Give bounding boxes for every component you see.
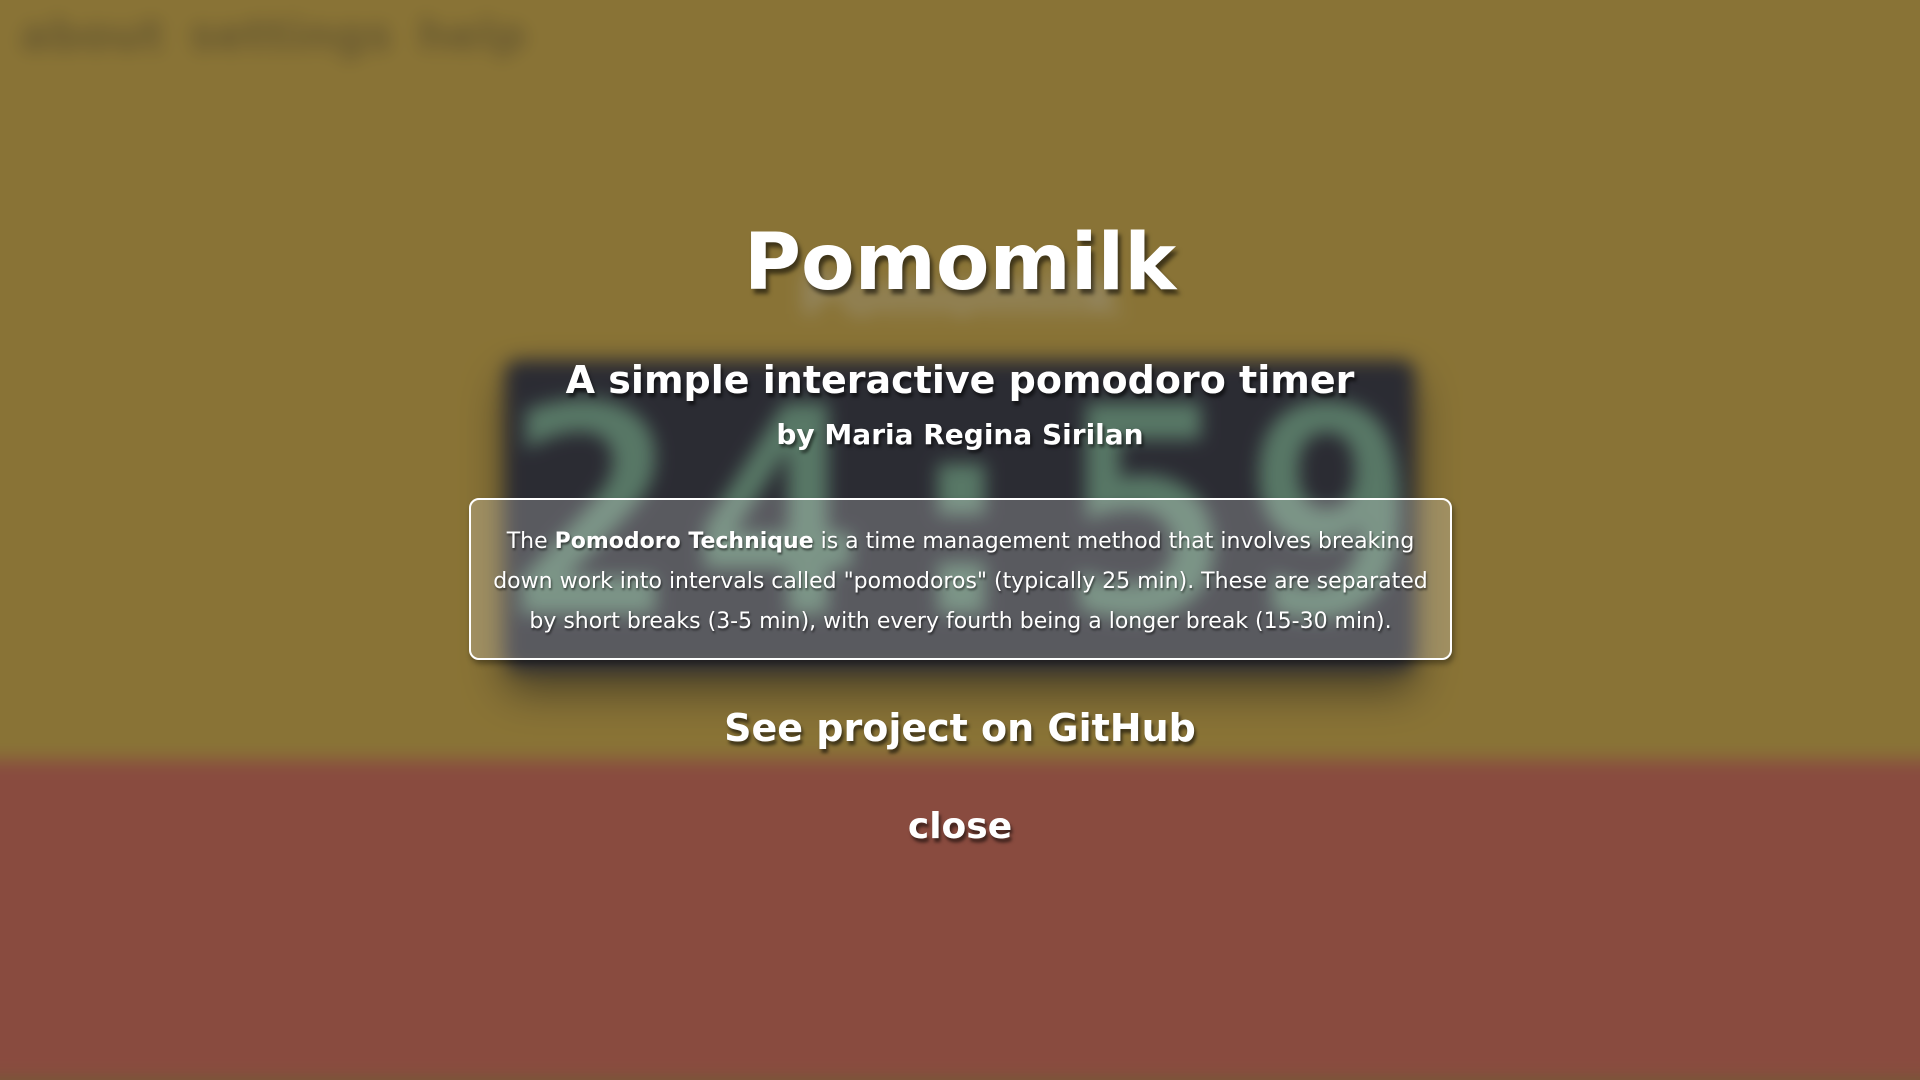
info-prefix: The bbox=[506, 529, 555, 554]
modal-title: Pomomilk bbox=[743, 218, 1177, 308]
about-modal: Pomomilk A simple interactive pomodoro t… bbox=[0, 0, 1920, 1080]
modal-subtitle: A simple interactive pomodoro timer bbox=[565, 358, 1355, 402]
close-button[interactable]: close bbox=[860, 806, 1060, 847]
github-link[interactable]: See project on GitHub bbox=[0, 706, 1920, 750]
pomodoro-info-box: The Pomodoro Technique is a time managem… bbox=[469, 498, 1452, 660]
modal-author: by Maria Regina Sirilan bbox=[776, 418, 1144, 451]
info-highlight: Pomodoro Technique bbox=[554, 529, 814, 554]
